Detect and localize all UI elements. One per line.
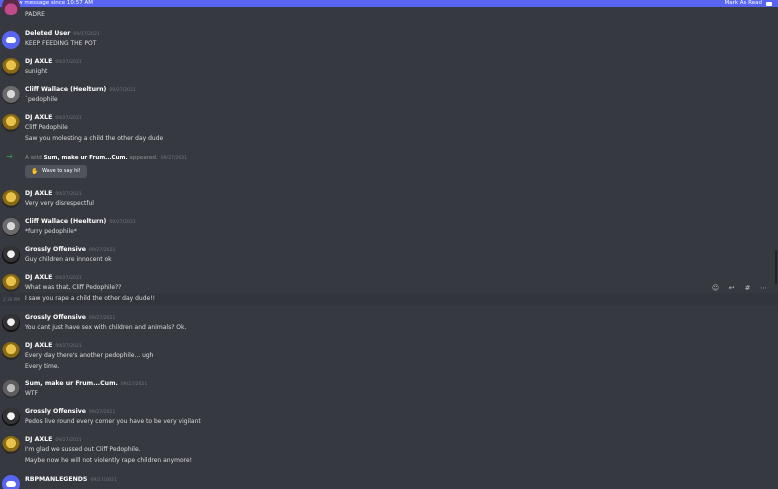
- add-reaction-icon[interactable]: ☺: [711, 284, 720, 292]
- join-text: A wild Sum, make ur Frum...Cum. appeared…: [25, 155, 188, 161]
- join-username[interactable]: Sum, make ur Frum...Cum.: [44, 155, 128, 161]
- avatar[interactable]: [2, 31, 20, 49]
- message-text: sunight: [25, 68, 48, 75]
- username[interactable]: Sum, make ur Frum...Cum. 09/27/2021: [25, 380, 147, 387]
- timestamp: 09/27/2021: [120, 382, 148, 387]
- timestamp: 09/27/2021: [55, 60, 82, 65]
- create-thread-icon[interactable]: #: [743, 284, 752, 292]
- timestamp: 09/27/2021: [55, 276, 82, 281]
- username[interactable]: Cliff Wallace (Heelturn) 09/27/2021: [25, 86, 136, 93]
- timestamp: 09/27/2021: [90, 478, 117, 483]
- avatar[interactable]: [2, 314, 20, 332]
- message-text: Pedos live round every corner you have t…: [25, 418, 201, 425]
- message-text: What was that, Cliff Pedophile??: [25, 284, 122, 291]
- avatar[interactable]: [2, 246, 20, 264]
- message-text: Every time.: [25, 363, 60, 370]
- message-text: Very very disrespectful: [25, 200, 94, 207]
- username[interactable]: Cliff Wallace (Heelturn) 09/27/2021: [25, 218, 136, 225]
- avatar[interactable]: [2, 190, 20, 208]
- scrollbar-thumb[interactable]: [775, 250, 777, 284]
- message-text: Guy children are innocent ok: [25, 256, 112, 263]
- username[interactable]: Deleted User 09/27/2021: [25, 30, 100, 37]
- hover-timestamp: 2:30 PM: [3, 297, 20, 302]
- wave-button[interactable]: ✋ Wave to say hi!: [25, 165, 87, 178]
- avatar[interactable]: [2, 114, 20, 132]
- new-messages-banner[interactable]: 1 new message since 10:57 AM Mark As Rea…: [0, 0, 778, 7]
- avatar[interactable]: [2, 342, 20, 360]
- username[interactable]: DJ AXLE 09/27/2021: [25, 58, 82, 65]
- message-text: WTF: [25, 390, 39, 397]
- message-text: Saw you molesting a child the other day …: [25, 135, 164, 142]
- timestamp: 09/27/2021: [55, 344, 82, 349]
- username[interactable]: DJ AXLE 09/27/2021: [25, 274, 82, 281]
- avatar[interactable]: [2, 408, 20, 426]
- avatar[interactable]: [2, 58, 20, 76]
- timestamp: 09/27/2021: [73, 32, 100, 37]
- username[interactable]: DJ AXLE 09/27/2021: [25, 190, 82, 197]
- join-arrow-icon: →: [6, 152, 13, 161]
- avatar[interactable]: [2, 0, 20, 15]
- message-text: *furry pedophile*: [25, 228, 77, 235]
- message-text: Maybe now he will not violently rape chi…: [25, 457, 193, 464]
- wave-hand-icon: ✋: [31, 168, 39, 175]
- avatar[interactable]: [2, 380, 20, 398]
- timestamp: 09/27/2021: [109, 88, 136, 93]
- timestamp: 09/27/2021: [160, 156, 188, 161]
- reply-icon[interactable]: ↩: [727, 284, 736, 292]
- username[interactable]: Grossly Offensive 09/27/2021: [25, 246, 115, 253]
- timestamp: 09/27/2021: [55, 438, 82, 443]
- avatar[interactable]: [2, 436, 20, 454]
- timestamp: 09/27/2021: [109, 220, 136, 225]
- message-text: You cant just have sex with children and…: [25, 324, 187, 331]
- message-text: `pedophile: [25, 96, 58, 103]
- timestamp: 09/27/2021: [55, 116, 82, 121]
- message-text: PADRE: [25, 11, 45, 18]
- username[interactable]: Grossly Offensive 09/27/2021: [25, 314, 115, 321]
- timestamp: 09/27/2021: [88, 248, 116, 253]
- message-text: I'm glad we sussed out Cliff Pedophile.: [25, 446, 141, 453]
- username[interactable]: DJ AXLE 09/27/2021: [25, 436, 82, 443]
- message-toolbar: ☺ ↩ # ⋯: [711, 284, 768, 292]
- username[interactable]: Grossly Offensive 09/27/2021: [25, 408, 115, 415]
- avatar[interactable]: [2, 274, 20, 292]
- message-text: Every day there's another pedophile... u…: [25, 352, 154, 359]
- username[interactable]: RBPMANLEGENDS 09/27/2021: [25, 476, 117, 483]
- username[interactable]: DJ AXLE 09/27/2021: [25, 342, 82, 349]
- timestamp: 09/27/2021: [55, 192, 82, 197]
- more-icon[interactable]: ⋯: [759, 284, 768, 292]
- message-text: I saw you rape a child the other day dud…: [25, 295, 156, 302]
- timestamp: 09/27/2021: [88, 410, 116, 415]
- message-text: Cliff Pedophile: [25, 124, 68, 131]
- message-text: KEEP FEEDING THE POT: [25, 40, 97, 47]
- avatar[interactable]: [2, 218, 20, 236]
- avatar[interactable]: [2, 86, 20, 104]
- timestamp: 09/27/2021: [88, 316, 116, 321]
- username[interactable]: DJ AXLE 09/27/2021: [25, 114, 82, 121]
- mark-as-read-button[interactable]: Mark As Read: [724, 0, 762, 7]
- mark-read-icon[interactable]: [766, 1, 772, 6]
- avatar[interactable]: [2, 475, 20, 489]
